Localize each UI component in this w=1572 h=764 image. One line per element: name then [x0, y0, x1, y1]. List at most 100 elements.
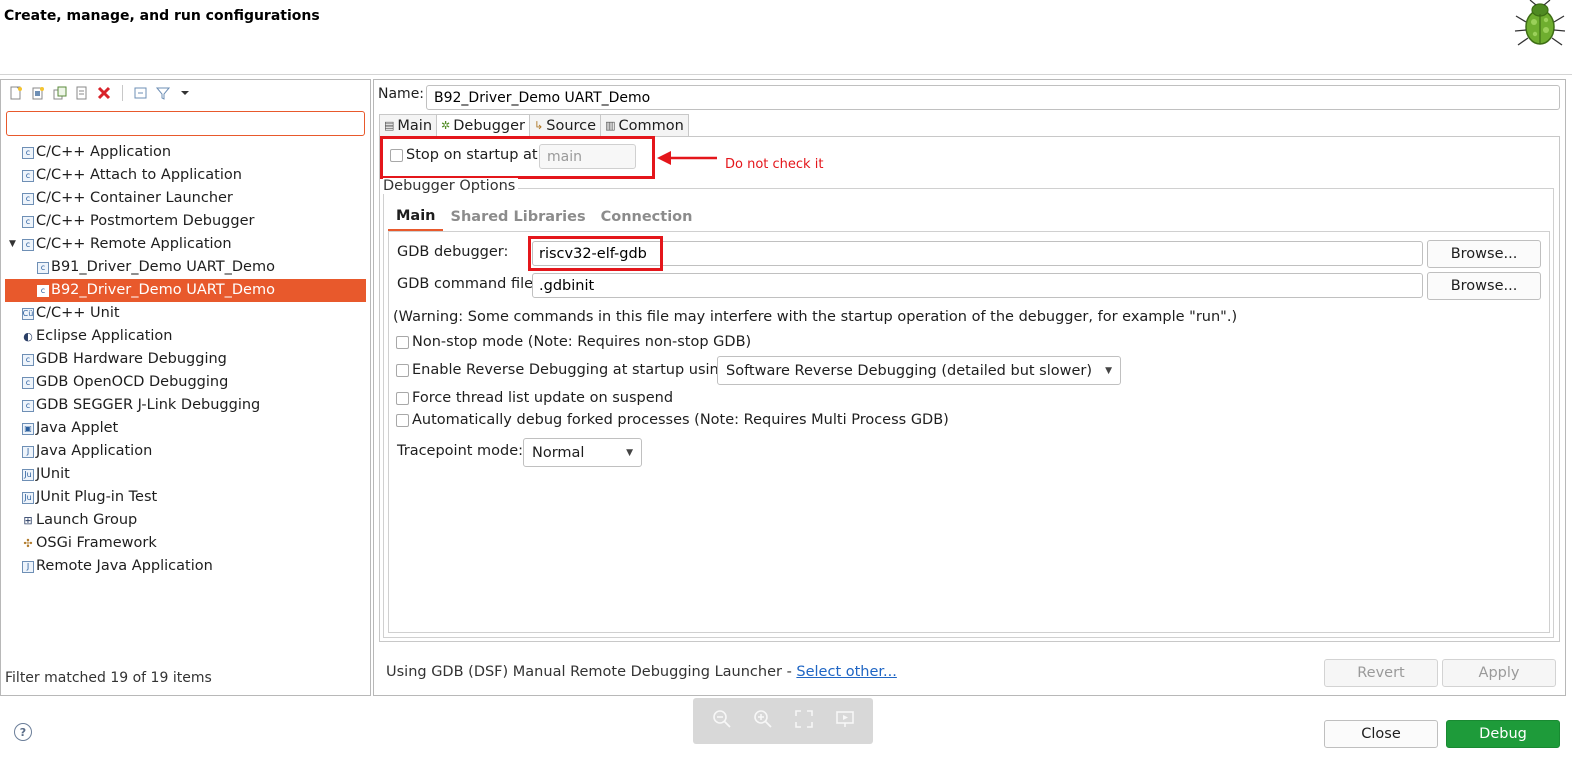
slideshow-icon[interactable] — [834, 709, 856, 734]
launch-type-icon: c — [22, 169, 34, 182]
delete-icon[interactable] — [96, 85, 112, 101]
annotation-note: Do not check it — [725, 157, 824, 172]
new-prototype-icon[interactable] — [30, 85, 46, 101]
tab-main[interactable]: ▤ Main — [379, 114, 438, 136]
launch-type-icon: c — [22, 353, 34, 366]
launch-type-icon: ◐ — [23, 329, 33, 343]
auto-fork-row: Automatically debug forked processes (No… — [396, 412, 949, 428]
chevron-down-icon[interactable] — [177, 85, 193, 101]
collapse-all-icon[interactable] — [133, 85, 149, 101]
non-stop-checkbox[interactable] — [396, 335, 409, 349]
reverse-debugging-checkbox[interactable] — [396, 363, 409, 377]
non-stop-row: Non-stop mode (Note: Requires non-stop G… — [396, 334, 751, 350]
tab-common-label: Common — [618, 117, 684, 134]
tree-item-launch-group[interactable]: ⊞ Launch Group — [22, 509, 137, 532]
apply-button[interactable]: Apply — [1442, 659, 1556, 687]
non-stop-label: Non-stop mode (Note: Requires non-stop G… — [412, 334, 752, 350]
tracepoint-mode-select[interactable]: Normal ▼ — [523, 438, 642, 467]
config-name-field[interactable] — [426, 85, 1560, 110]
gdb-command-file-field[interactable] — [532, 273, 1423, 298]
tracepoint-mode-label: Tracepoint mode: — [397, 443, 524, 459]
auto-fork-checkbox[interactable] — [396, 413, 409, 427]
tree-item-c-c-container-launcher[interactable]: c C/C++ Container Launcher — [22, 187, 233, 210]
tree-item-label: C/C++ Remote Application — [36, 236, 232, 252]
launch-type-icon: c — [22, 192, 34, 205]
tree-item-label: C/C++ Attach to Application — [36, 167, 242, 183]
common-tab-icon: ▥ — [605, 119, 616, 132]
tree-item-label: Remote Java Application — [36, 558, 213, 574]
tree-item-label: C/C++ Container Launcher — [36, 190, 233, 206]
zoom-in-icon[interactable] — [752, 709, 774, 734]
bug-icon — [1510, 0, 1568, 50]
toolbar-separator — [122, 85, 123, 101]
tree-item-junit[interactable]: Ju JUnit — [22, 463, 70, 486]
tree-item-label: Eclipse Application — [36, 328, 173, 344]
close-button[interactable]: Close — [1324, 720, 1438, 748]
image-viewer-toolbar — [693, 698, 873, 744]
tree-item-gdb-segger-j-link-debugging[interactable]: c GDB SEGGER J-Link Debugging — [22, 394, 260, 417]
select-other-link[interactable]: Select other... — [796, 664, 896, 680]
reverse-debugging-select[interactable]: Software Reverse Debugging (detailed but… — [717, 356, 1121, 385]
debugger-tab-icon: ✲ — [441, 119, 451, 132]
filter-input[interactable] — [6, 111, 365, 136]
chevron-down-icon: ▼ — [626, 447, 633, 458]
launch-type-icon: c — [22, 376, 34, 389]
tab-debugger[interactable]: ✲ Debugger — [436, 114, 531, 136]
tree-item-eclipse-application[interactable]: ◐ Eclipse Application — [22, 325, 173, 348]
tree-item-label: B91_Driver_Demo UART_Demo — [51, 259, 275, 275]
config-list-toolbar — [8, 84, 193, 102]
tree-item-java-application[interactable]: J Java Application — [22, 440, 152, 463]
tree-item-label: GDB SEGGER J-Link Debugging — [36, 397, 261, 413]
force-thread-label: Force thread list update on suspend — [412, 390, 674, 406]
reverse-debugging-select-value: Software Reverse Debugging (detailed but… — [726, 362, 1093, 379]
fullscreen-icon[interactable] — [793, 709, 815, 734]
tree-item-b91-driver-demo-uart-demo[interactable]: c B91_Driver_Demo UART_Demo — [37, 256, 275, 279]
reverse-debugging-label: Enable Reverse Debugging at startup usin… — [412, 362, 733, 378]
zoom-out-icon[interactable] — [711, 709, 733, 734]
tree-item-c-c-remote-application[interactable]: c C/C++ Remote Application — [22, 233, 232, 256]
tree-item-remote-java-application[interactable]: J Remote Java Application — [22, 555, 213, 578]
new-config-icon[interactable] — [8, 85, 24, 101]
filter-icon[interactable] — [155, 85, 171, 101]
launch-type-icon: J — [22, 560, 34, 573]
dialog-title: Create, manage, and run configurations — [4, 8, 320, 24]
debug-button[interactable]: Debug — [1446, 720, 1560, 748]
tree-item-c-c-postmortem-debugger[interactable]: c C/C++ Postmortem Debugger — [22, 210, 254, 233]
expand-twisty-icon[interactable]: ▼ — [9, 239, 16, 249]
gdb-command-file-label: GDB command file: — [397, 276, 538, 292]
launch-type-icon: J — [22, 445, 34, 458]
tab-source[interactable]: ↳ Source — [529, 114, 602, 136]
duplicate-icon[interactable] — [52, 85, 68, 101]
tree-item-label: OSGi Framework — [36, 535, 157, 551]
gdb-debugger-field[interactable] — [532, 241, 1423, 266]
tree-item-c-c-unit[interactable]: Cü C/C++ Unit — [22, 302, 120, 325]
annotation-arrow-icon — [655, 148, 719, 168]
tree-item-junit-plug-in-test[interactable]: Ju JUnit Plug-in Test — [22, 486, 157, 509]
tree-item-label: JUnit — [36, 466, 70, 482]
tracepoint-mode-value: Normal — [532, 444, 585, 461]
tree-item-gdb-hardware-debugging[interactable]: c GDB Hardware Debugging — [22, 348, 227, 371]
browse-gdb-debugger-button[interactable]: Browse... — [1427, 240, 1541, 268]
tree-item-java-applet[interactable]: ▣ Java Applet — [22, 417, 118, 440]
filter-status: Filter matched 19 of 19 items — [5, 670, 212, 686]
force-thread-checkbox[interactable] — [396, 391, 409, 405]
tree-item-gdb-openocd-debugging[interactable]: c GDB OpenOCD Debugging — [22, 371, 228, 394]
launch-type-icon: Cü — [22, 307, 34, 320]
revert-button[interactable]: Revert — [1324, 659, 1438, 687]
tree-item-b92-driver-demo-uart-demo[interactable]: c B92_Driver_Demo UART_Demo — [5, 279, 366, 302]
inner-tab-connection[interactable]: Connection — [593, 203, 700, 231]
inner-tab-shared-libraries[interactable]: Shared Libraries — [443, 203, 593, 231]
tab-common[interactable]: ▥ Common — [600, 114, 689, 136]
browse-command-file-button[interactable]: Browse... — [1427, 272, 1541, 300]
tree-item-c-c-application[interactable]: c C/C++ Application — [22, 141, 171, 164]
gdb-command-warning: (Warning: Some commands in this file may… — [393, 309, 1238, 325]
tree-item-osgi-framework[interactable]: ✣ OSGi Framework — [22, 532, 157, 555]
force-thread-row: Force thread list update on suspend — [396, 390, 673, 406]
help-icon[interactable]: ? — [14, 723, 32, 741]
export-icon[interactable] — [74, 85, 90, 101]
launch-type-icon: c — [22, 399, 34, 412]
tree-item-label: JUnit Plug-in Test — [36, 489, 158, 505]
inner-tab-main[interactable]: Main — [388, 203, 443, 231]
tree-item-c-c-attach-to-application[interactable]: c C/C++ Attach to Application — [22, 164, 242, 187]
launch-type-icon: ✣ — [23, 536, 33, 550]
